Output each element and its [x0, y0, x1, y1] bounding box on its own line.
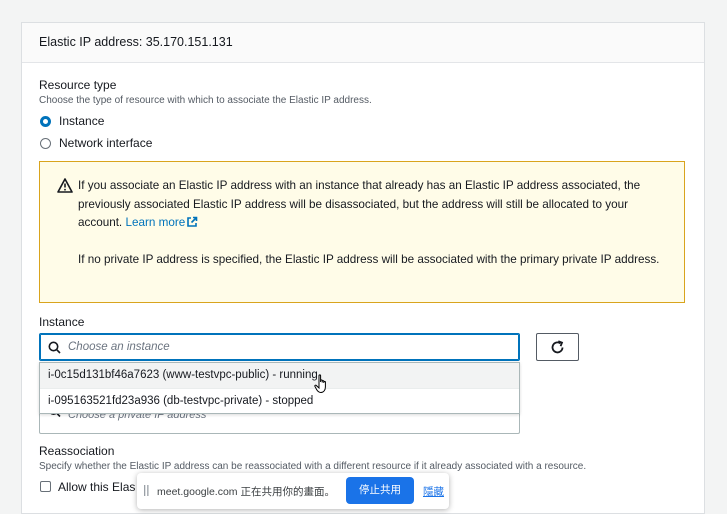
external-link-icon	[187, 216, 198, 227]
alert-paragraph-1: If you associate an Elastic IP address w…	[78, 177, 674, 233]
instance-select[interactable]: Choose an instance	[39, 333, 520, 361]
radio-instance[interactable]: Instance	[40, 114, 104, 128]
refresh-icon	[551, 339, 564, 353]
learn-more-link[interactable]: Learn more	[125, 216, 198, 229]
associate-eip-panel: Elastic IP address: 35.170.151.131 Resou…	[21, 22, 705, 514]
drag-handle-icon[interactable]	[144, 485, 149, 496]
instance-select-placeholder: Choose an instance	[68, 341, 170, 353]
resource-type-description: Choose the type of resource with which t…	[39, 95, 372, 106]
hide-link[interactable]: 隱藏	[423, 484, 444, 499]
radio-instance-label: Instance	[59, 114, 105, 128]
reassociation-description: Specify whether the Elastic IP address c…	[39, 461, 587, 472]
radio-instance-control[interactable]	[40, 115, 51, 127]
share-message: meet.google.com 正在共用你的畫面。	[157, 486, 335, 498]
panel-title: Elastic IP address: 35.170.151.131	[39, 35, 233, 49]
stop-sharing-button[interactable]: 停止共用	[346, 477, 414, 504]
warning-alert: If you associate an Elastic IP address w…	[39, 161, 685, 303]
alert-paragraph-2: If no private IP address is specified, t…	[78, 253, 660, 266]
instance-label: Instance	[39, 315, 85, 329]
resource-type-label: Resource type	[39, 78, 117, 92]
learn-more-label: Learn more	[125, 216, 186, 229]
search-icon	[48, 341, 61, 354]
instance-option[interactable]: i-0c15d131bf46a7623 (www-testvpc-public)…	[40, 363, 519, 389]
allow-reassociation-checkbox[interactable]	[40, 481, 51, 492]
radio-network-interface-control[interactable]	[40, 137, 51, 149]
reassociation-label: Reassociation	[39, 444, 115, 458]
screen-share-bar: meet.google.com 正在共用你的畫面。 停止共用 隱藏	[137, 473, 449, 509]
radio-network-interface[interactable]: Network interface	[40, 136, 152, 150]
instance-dropdown: i-0c15d131bf46a7623 (www-testvpc-public)…	[39, 362, 520, 414]
panel-header: Elastic IP address: 35.170.151.131	[22, 23, 704, 63]
instance-option[interactable]: i-095163521fd23a936 (db-testvpc-private)…	[40, 389, 519, 414]
radio-network-interface-label: Network interface	[59, 136, 153, 150]
allow-reassociation-label: Allow this Elas	[58, 480, 136, 494]
refresh-button[interactable]	[536, 333, 579, 361]
warning-icon	[57, 178, 73, 193]
